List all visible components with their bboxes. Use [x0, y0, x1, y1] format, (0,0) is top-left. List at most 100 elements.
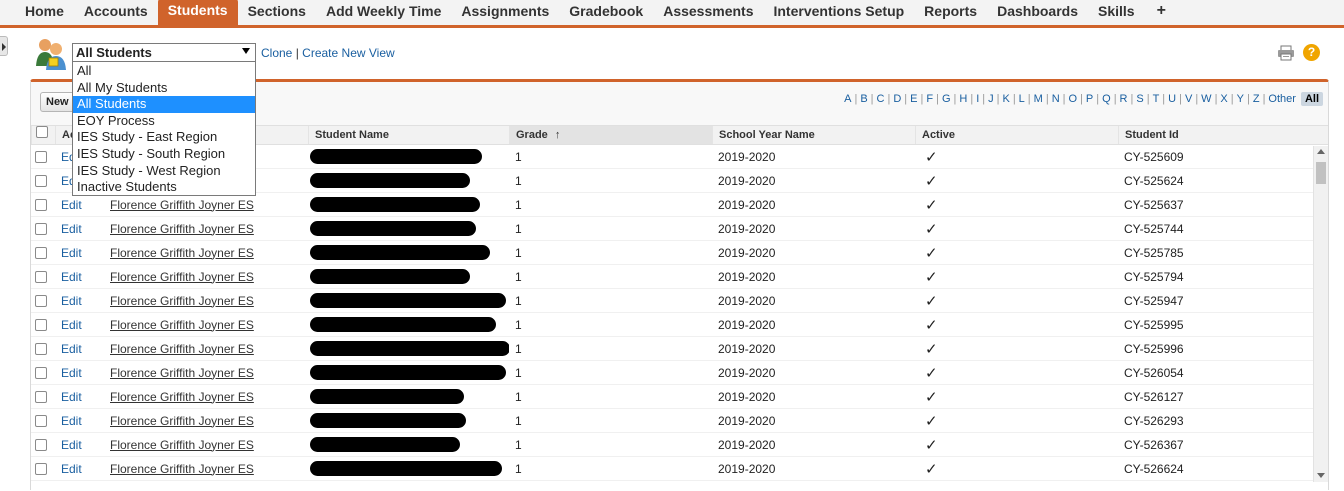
school-link[interactable]: Florence Griffith Joyner ES	[110, 438, 254, 452]
view-option-all-my-students[interactable]: All My Students	[73, 80, 255, 97]
alpha-filter-l[interactable]: L	[1018, 93, 1026, 105]
add-tab-icon[interactable]: +	[1145, 0, 1178, 25]
alpha-filter-c[interactable]: C	[876, 93, 886, 105]
alpha-filter-f[interactable]: F	[925, 93, 934, 105]
school-link[interactable]: Florence Griffith Joyner ES	[110, 390, 254, 404]
row-checkbox[interactable]	[35, 246, 47, 259]
tab-home[interactable]: Home	[15, 0, 74, 25]
column-header-school-year[interactable]: School Year Name	[712, 126, 915, 144]
row-checkbox[interactable]	[35, 174, 47, 187]
school-link[interactable]: Florence Griffith Joyner ES	[110, 270, 254, 284]
school-link[interactable]: Florence Griffith Joyner ES	[110, 342, 254, 356]
view-option-eoy-process[interactable]: EOY Process	[73, 113, 255, 130]
alpha-filter-n[interactable]: N	[1051, 93, 1061, 105]
edit-link[interactable]: Edit	[61, 438, 82, 452]
view-option-ies-study-west-region[interactable]: IES Study - West Region	[73, 163, 255, 180]
sidebar-toggle-handle[interactable]	[0, 36, 8, 56]
school-link[interactable]: Florence Griffith Joyner ES	[110, 366, 254, 380]
row-checkbox[interactable]	[35, 342, 47, 355]
edit-link[interactable]: Edit	[61, 318, 82, 332]
school-link[interactable]: Florence Griffith Joyner ES	[110, 246, 254, 260]
view-option-ies-study-east-region[interactable]: IES Study - East Region	[73, 129, 255, 146]
alpha-filter-z[interactable]: Z	[1252, 93, 1261, 105]
scroll-up-icon[interactable]	[1317, 149, 1325, 154]
tab-assessments[interactable]: Assessments	[653, 0, 763, 25]
school-link[interactable]: Florence Griffith Joyner ES	[110, 318, 254, 332]
help-icon[interactable]: ?	[1303, 44, 1320, 61]
tab-accounts[interactable]: Accounts	[74, 0, 158, 25]
view-option-ies-study-south-region[interactable]: IES Study - South Region	[73, 146, 255, 163]
alpha-filter-h[interactable]: H	[958, 93, 968, 105]
view-option-all[interactable]: All	[73, 63, 255, 80]
edit-link[interactable]: Edit	[61, 270, 82, 284]
school-link[interactable]: Florence Griffith Joyner ES	[110, 198, 254, 212]
tab-sections[interactable]: Sections	[238, 0, 316, 25]
school-link[interactable]: Florence Griffith Joyner ES	[110, 414, 254, 428]
row-checkbox[interactable]	[35, 390, 47, 403]
alpha-filter-k[interactable]: K	[1001, 93, 1010, 105]
alpha-filter-x[interactable]: X	[1219, 93, 1228, 105]
alpha-filter-d[interactable]: D	[892, 93, 902, 105]
edit-link[interactable]: Edit	[61, 390, 82, 404]
alpha-filter-v[interactable]: V	[1184, 93, 1193, 105]
alpha-filter-u[interactable]: U	[1167, 93, 1177, 105]
alpha-filter-all[interactable]: All	[1300, 92, 1323, 106]
row-checkbox[interactable]	[35, 294, 47, 307]
tab-assignments[interactable]: Assignments	[451, 0, 559, 25]
column-header-student-name[interactable]: Student Name	[308, 126, 509, 144]
edit-link[interactable]: Edit	[61, 342, 82, 356]
row-checkbox[interactable]	[35, 462, 47, 475]
edit-link[interactable]: Edit	[61, 414, 82, 428]
view-option-inactive-students[interactable]: Inactive Students	[73, 179, 255, 196]
alpha-filter-a[interactable]: A	[843, 93, 852, 105]
column-header-active[interactable]: Active	[915, 126, 1118, 144]
alpha-filter-e[interactable]: E	[909, 93, 918, 105]
tab-students[interactable]: Students	[157, 0, 238, 25]
tab-gradebook[interactable]: Gradebook	[559, 0, 653, 25]
row-checkbox[interactable]	[35, 438, 47, 451]
tab-reports[interactable]: Reports	[914, 0, 987, 25]
alpha-filter-o[interactable]: O	[1068, 93, 1079, 105]
view-select[interactable]: All Students	[72, 43, 256, 62]
create-new-view-link[interactable]: Create New View	[302, 46, 394, 60]
scroll-down-icon[interactable]	[1317, 473, 1325, 478]
row-checkbox[interactable]	[35, 150, 47, 163]
column-header-grade[interactable]: Grade ↑	[509, 126, 712, 144]
school-link[interactable]: Florence Griffith Joyner ES	[110, 222, 254, 236]
edit-link[interactable]: Edit	[61, 246, 82, 260]
edit-link[interactable]: Edit	[61, 198, 82, 212]
view-option-all-students[interactable]: All Students	[73, 96, 255, 113]
alpha-filter-g[interactable]: G	[941, 93, 952, 105]
edit-link[interactable]: Edit	[61, 366, 82, 380]
row-checkbox[interactable]	[35, 318, 47, 331]
alpha-filter-r[interactable]: R	[1119, 93, 1129, 105]
alpha-filter-b[interactable]: B	[859, 93, 868, 105]
alpha-filter-q[interactable]: Q	[1101, 93, 1112, 105]
edit-link[interactable]: Edit	[61, 222, 82, 236]
row-checkbox[interactable]	[35, 366, 47, 379]
row-checkbox[interactable]	[35, 270, 47, 283]
printer-icon[interactable]	[1277, 45, 1295, 61]
alpha-filter-other[interactable]: Other	[1267, 93, 1297, 105]
tab-interventions-setup[interactable]: Interventions Setup	[763, 0, 914, 25]
alpha-filter-y[interactable]: Y	[1236, 93, 1245, 105]
tab-skills[interactable]: Skills	[1088, 0, 1145, 25]
new-button[interactable]: New	[40, 92, 76, 112]
alpha-filter-p[interactable]: P	[1085, 93, 1094, 105]
row-checkbox[interactable]	[35, 222, 47, 235]
alpha-filter-j[interactable]: J	[987, 93, 995, 105]
scrollbar-thumb[interactable]	[1316, 162, 1326, 184]
row-checkbox[interactable]	[35, 198, 47, 211]
tab-dashboards[interactable]: Dashboards	[987, 0, 1088, 25]
tab-add-weekly-time[interactable]: Add Weekly Time	[316, 0, 451, 25]
school-link[interactable]: Florence Griffith Joyner ES	[110, 294, 254, 308]
edit-link[interactable]: Edit	[61, 294, 82, 308]
vertical-scrollbar[interactable]	[1313, 146, 1328, 482]
alpha-filter-w[interactable]: W	[1200, 93, 1212, 105]
select-all-checkbox[interactable]	[36, 126, 48, 138]
school-link[interactable]: Florence Griffith Joyner ES	[110, 462, 254, 476]
alpha-filter-s[interactable]: S	[1135, 93, 1144, 105]
alpha-filter-m[interactable]: M	[1033, 93, 1044, 105]
alpha-filter-t[interactable]: T	[1152, 93, 1161, 105]
row-checkbox[interactable]	[35, 414, 47, 427]
